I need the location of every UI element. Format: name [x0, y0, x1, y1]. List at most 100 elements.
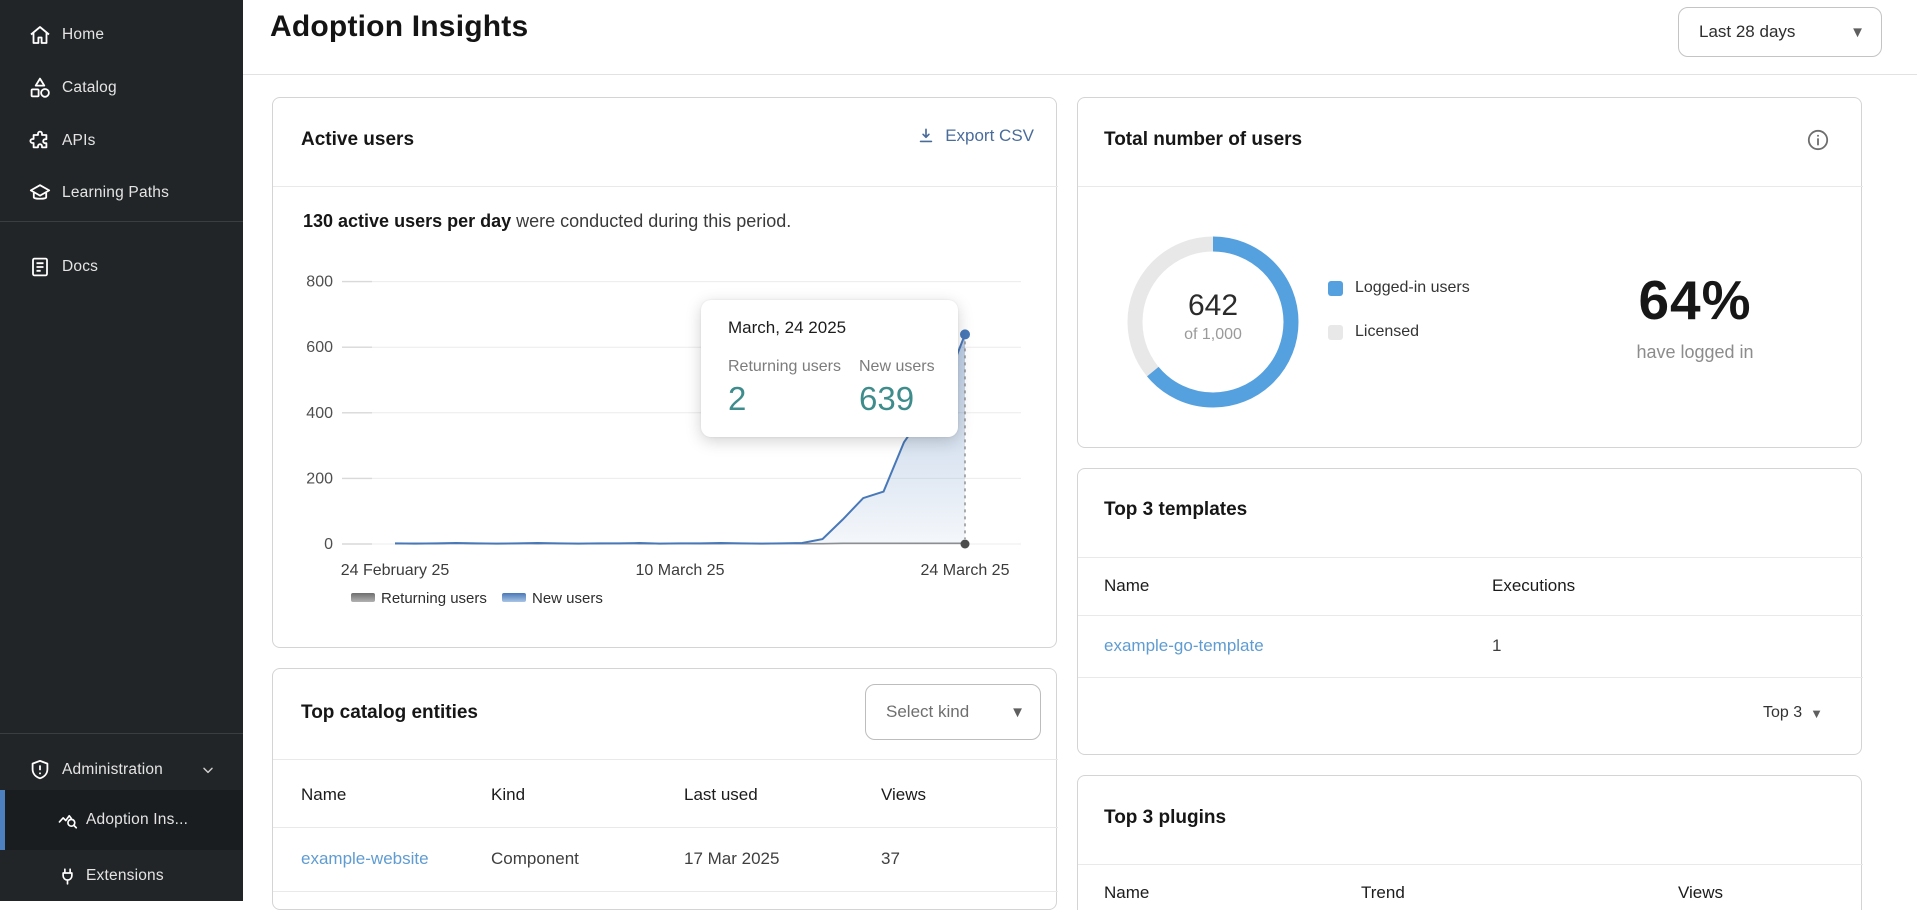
legend-label: New users [532, 590, 603, 607]
sidebar-item-adoption-insights[interactable]: Adoption Ins... [0, 794, 243, 846]
column-header-views: Views [1678, 883, 1723, 903]
date-range-value: Last 28 days [1699, 22, 1795, 42]
sidebar-item-label: Learning Paths [62, 184, 169, 202]
card-title: Total number of users [1104, 129, 1302, 151]
sidebar-item-home[interactable]: Home [0, 9, 243, 61]
column-header-executions: Executions [1492, 576, 1575, 596]
column-header-kind: Kind [491, 785, 525, 805]
info-icon[interactable] [1806, 128, 1830, 152]
entity-views: 37 [881, 849, 900, 869]
shield-alert-icon [28, 758, 52, 782]
tooltip-value: 639 [859, 380, 935, 418]
legend-item-logged-in: Logged-in users [1328, 279, 1470, 297]
chevron-down-icon: ▼ [1810, 706, 1823, 721]
row-divider [1078, 615, 1863, 616]
y-axis-tick-label: 800 [306, 274, 333, 291]
y-axis-tick-label: 400 [306, 405, 333, 422]
legend-label: Returning users [381, 590, 487, 607]
tooltip-label: New users [859, 358, 935, 376]
template-name-link[interactable]: example-go-template [1104, 636, 1264, 656]
sidebar-item-catalog[interactable]: Catalog [0, 62, 243, 114]
catalog-icon [28, 76, 52, 100]
logged-in-percent-block: 64% have logged in [1580, 268, 1810, 363]
plug-icon [57, 866, 78, 887]
top-n-label: Top 3 [1763, 704, 1802, 722]
docs-icon [28, 255, 52, 279]
chevron-down-icon [200, 762, 216, 778]
top-templates-card: Top 3 templates Name Executions example-… [1077, 468, 1862, 755]
y-axis-tick-label: 200 [306, 470, 333, 487]
apis-icon [28, 129, 52, 153]
page-title: Adoption Insights [270, 10, 528, 44]
legend-swatch [502, 593, 526, 602]
y-axis-tick-label: 600 [306, 339, 333, 356]
y-axis-tick-label: 0 [324, 536, 333, 553]
licensed-total: of 1,000 [1140, 326, 1286, 344]
column-header-name: Name [1104, 883, 1149, 903]
tooltip-value: 2 [728, 380, 841, 418]
x-axis-tick-label: 10 March 25 [636, 562, 725, 579]
row-divider [273, 891, 1058, 892]
sidebar-divider [0, 733, 243, 734]
x-axis-tick-label: 24 March 25 [921, 562, 1010, 579]
date-range-select[interactable]: Last 28 days ▼ [1678, 7, 1882, 57]
home-icon [28, 23, 52, 47]
legend-swatch-gray [1328, 325, 1343, 340]
percent-caption: have logged in [1580, 342, 1810, 363]
entity-kind: Component [491, 849, 579, 869]
column-header-name: Name [301, 785, 346, 805]
sidebar-item-learning-paths[interactable]: Learning Paths [0, 167, 243, 219]
row-divider [273, 827, 1058, 828]
sidebar-item-docs[interactable]: Docs [0, 241, 243, 293]
card-divider [273, 759, 1058, 760]
sidebar-item-label: Administration [62, 761, 163, 779]
donut-center-label: 642 of 1,000 [1140, 289, 1286, 344]
entity-name-link[interactable]: example-website [301, 849, 429, 869]
x-axis-tick-label: 24 February 25 [341, 562, 450, 579]
header-divider [243, 74, 1917, 75]
query-stats-icon [57, 810, 78, 831]
legend-swatch-blue [1328, 281, 1343, 296]
tooltip-date: March, 24 2025 [728, 318, 846, 338]
axis-anchor-dot [961, 540, 970, 549]
sidebar-item-label: APIs [62, 132, 96, 150]
logged-in-count: 642 [1140, 289, 1286, 323]
row-divider [1078, 677, 1863, 678]
legend-label: Licensed [1355, 323, 1419, 341]
card-divider [1078, 186, 1863, 187]
sidebar-divider [0, 221, 243, 222]
top-plugins-card: Top 3 plugins Name Trend Views [1077, 775, 1862, 910]
card-divider [1078, 557, 1863, 558]
chevron-down-icon: ▼ [1850, 24, 1865, 41]
legend-item-licensed: Licensed [1328, 323, 1419, 341]
legend-swatch [351, 593, 375, 602]
percent-value: 64% [1580, 268, 1810, 332]
sidebar-item-label: Catalog [62, 79, 117, 97]
sidebar-item-administration[interactable]: Administration [0, 744, 243, 796]
sidebar-item-label: Docs [62, 258, 98, 276]
column-header-last-used: Last used [684, 785, 758, 805]
entity-last-used: 17 Mar 2025 [684, 849, 779, 869]
sidebar-item-apis[interactable]: APIs [0, 115, 243, 167]
card-title: Top 3 templates [1104, 499, 1247, 521]
legend-label: Logged-in users [1355, 279, 1470, 297]
card-title: Top 3 plugins [1104, 807, 1226, 829]
tooltip-new-users: New users 639 [859, 358, 935, 418]
tooltip-returning-users: Returning users 2 [728, 358, 841, 418]
sidebar-item-label: Extensions [86, 867, 164, 885]
card-divider [1078, 864, 1863, 865]
learning-paths-icon [28, 181, 52, 205]
template-executions: 1 [1492, 636, 1501, 656]
column-header-name: Name [1104, 576, 1149, 596]
top-n-selector[interactable]: Top 3 ▼ [1763, 704, 1823, 722]
chevron-down-icon: ▼ [1010, 704, 1025, 721]
card-title: Top catalog entities [301, 702, 478, 724]
kind-filter-select[interactable]: Select kind ▼ [865, 684, 1041, 740]
sidebar-item-extensions[interactable]: Extensions [0, 850, 243, 902]
highlight-point-dot [960, 329, 970, 339]
chart-tooltip: March, 24 2025 Returning users 2 New use… [701, 300, 958, 437]
sidebar: Home Catalog APIs Learning Paths Docs Ad… [0, 0, 243, 901]
column-header-trend: Trend [1361, 883, 1405, 903]
tooltip-label: Returning users [728, 358, 841, 376]
sidebar-item-label: Home [62, 26, 104, 44]
